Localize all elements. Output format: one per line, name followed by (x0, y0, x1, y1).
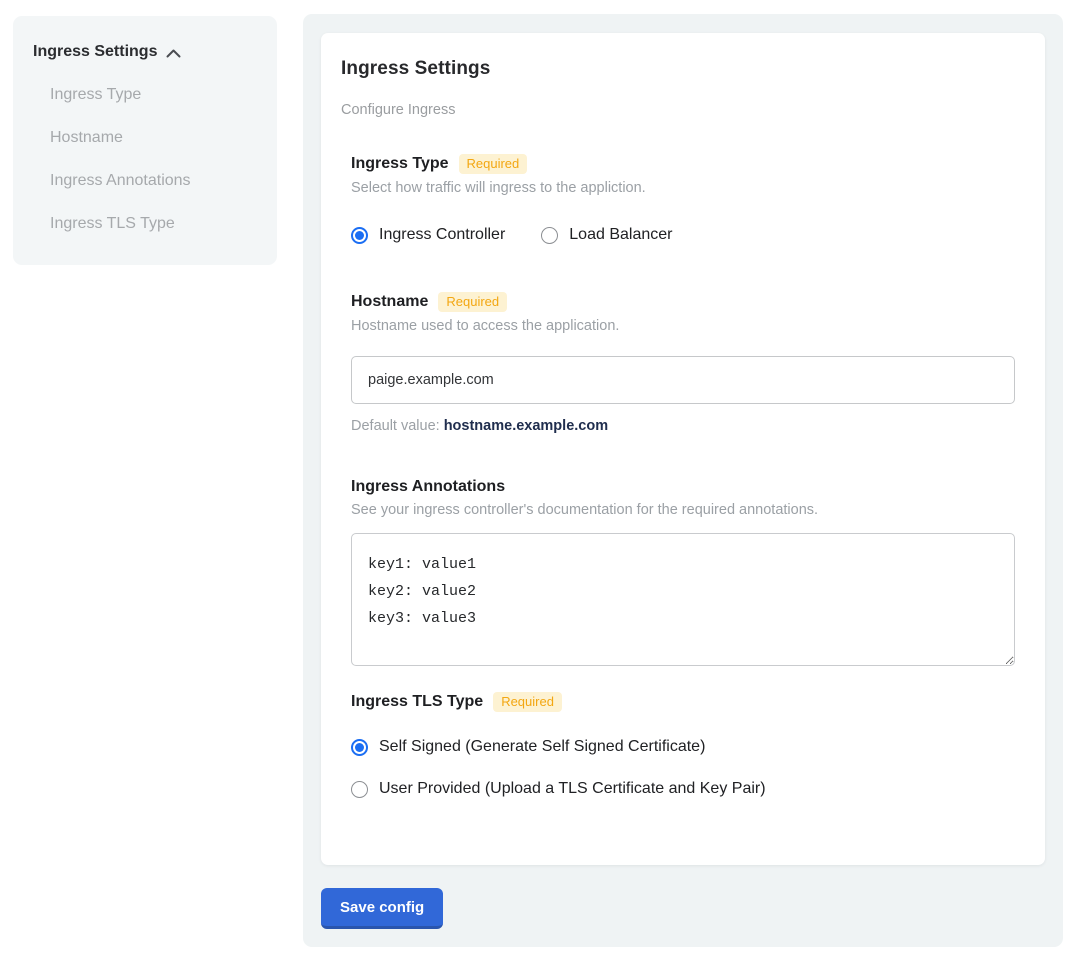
radio-label-user-provided[interactable]: User Provided (Upload a TLS Certificate … (379, 780, 766, 798)
sidebar-item-ingress-type[interactable]: Ingress Type (33, 86, 257, 104)
sidebar-item-hostname[interactable]: Hostname (33, 129, 257, 147)
sidebar: Ingress Settings Ingress Type Hostname I… (13, 16, 277, 265)
ingress-annotations-description: See your ingress controller's documentat… (351, 502, 1015, 518)
radio-option-user-provided[interactable]: User Provided (Upload a TLS Certificate … (351, 780, 1015, 798)
section-ingress-annotations: Ingress Annotations See your ingress con… (351, 478, 1015, 671)
required-badge: Required (459, 154, 528, 174)
required-badge: Required (493, 692, 562, 712)
sidebar-items: Ingress Type Hostname Ingress Annotation… (33, 86, 257, 233)
ingress-settings-card: Ingress Settings Configure Ingress Ingre… (321, 33, 1045, 865)
ingress-type-description: Select how traffic will ingress to the a… (351, 180, 1015, 196)
radio-option-self-signed[interactable]: Self Signed (Generate Self Signed Certif… (351, 738, 1015, 756)
radio-button-self-signed[interactable] (351, 739, 368, 756)
sidebar-header-label: Ingress Settings (33, 43, 157, 61)
radio-option-ingress-controller[interactable]: Ingress Controller (351, 226, 505, 244)
section-ingress-tls-type: Ingress TLS Type Required Self Signed (G… (351, 692, 1015, 798)
section-hostname: Hostname Required Hostname used to acces… (351, 292, 1015, 434)
radio-button-ingress-controller[interactable] (351, 227, 368, 244)
radio-label-load-balancer[interactable]: Load Balancer (569, 226, 672, 244)
section-ingress-type: Ingress Type Required Select how traffic… (351, 154, 1015, 244)
hostname-input[interactable] (351, 356, 1015, 404)
hostname-label: Hostname (351, 293, 428, 311)
hostname-default-value: hostname.example.com (444, 418, 608, 434)
ingress-annotations-label: Ingress Annotations (351, 478, 505, 496)
hostname-default-label: Default value: (351, 418, 440, 434)
sidebar-item-ingress-annotations[interactable]: Ingress Annotations (33, 172, 257, 190)
hostname-default-line: Default value: hostname.example.com (351, 418, 1015, 434)
radio-button-user-provided[interactable] (351, 781, 368, 798)
ingress-type-radio-group: Ingress Controller Load Balancer (351, 226, 1015, 244)
settings-panel: Ingress Settings Configure Ingress Ingre… (303, 14, 1063, 947)
page-title: Ingress Settings (341, 58, 1025, 80)
ingress-type-label: Ingress Type (351, 155, 449, 173)
sidebar-item-ingress-tls-type[interactable]: Ingress TLS Type (33, 215, 257, 233)
radio-button-load-balancer[interactable] (541, 227, 558, 244)
radio-option-load-balancer[interactable]: Load Balancer (541, 226, 672, 244)
ingress-annotations-textarea[interactable]: key1: value1 key2: value2 key3: value3 (351, 533, 1015, 666)
hostname-description: Hostname used to access the application. (351, 318, 1015, 334)
save-config-button[interactable]: Save config (321, 888, 443, 929)
sidebar-section-header-ingress-settings[interactable]: Ingress Settings (33, 43, 257, 61)
ingress-tls-radio-group: Self Signed (Generate Self Signed Certif… (351, 738, 1015, 798)
radio-label-self-signed[interactable]: Self Signed (Generate Self Signed Certif… (379, 738, 705, 756)
page-subtitle: Configure Ingress (341, 102, 1025, 118)
chevron-up-icon (166, 49, 181, 58)
required-badge: Required (438, 292, 507, 312)
ingress-tls-type-label: Ingress TLS Type (351, 693, 483, 711)
radio-label-ingress-controller[interactable]: Ingress Controller (379, 226, 505, 244)
